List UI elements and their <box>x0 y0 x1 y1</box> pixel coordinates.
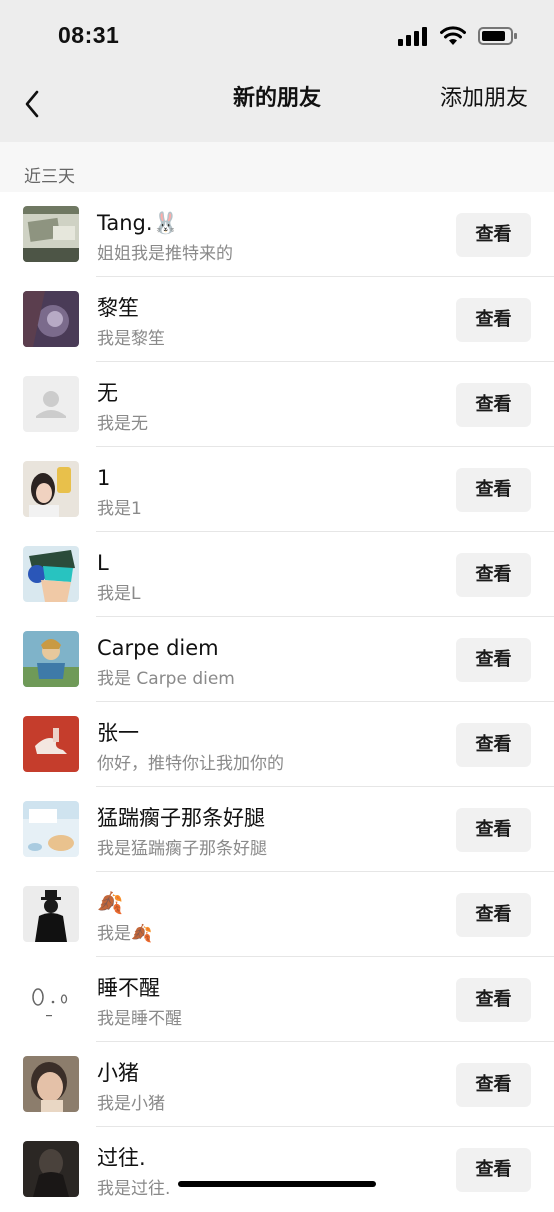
friend-request-list: Tang.🐰 姐姐我是推特来的 查看 黎笙 我是黎笙 查看 无 我是无 查看 1… <box>0 192 554 1212</box>
friend-request-row[interactable]: 🍂 我是🍂 查看 <box>0 872 554 957</box>
friend-name: 🍂 <box>97 891 124 915</box>
friend-name: 黎笙 <box>97 296 139 320</box>
request-message: 我是猛踹瘸子那条好腿 <box>97 839 267 859</box>
friend-name: L <box>97 551 109 575</box>
view-button[interactable]: 查看 <box>456 638 531 682</box>
status-icons <box>398 26 518 46</box>
request-message: 我是小猪 <box>97 1094 165 1114</box>
friend-name: Tang.🐰 <box>97 211 179 235</box>
avatar <box>23 1141 79 1197</box>
request-message: 姐姐我是推特来的 <box>97 244 233 264</box>
view-button[interactable]: 查看 <box>456 808 531 852</box>
view-button[interactable]: 查看 <box>456 553 531 597</box>
avatar <box>23 971 79 1027</box>
view-button[interactable]: 查看 <box>456 723 531 767</box>
avatar <box>23 631 79 687</box>
friend-name: 猛踹瘸子那条好腿 <box>97 806 265 830</box>
view-button[interactable]: 查看 <box>456 298 531 342</box>
request-message: 我是 Carpe diem <box>97 669 235 689</box>
avatar <box>23 801 79 857</box>
avatar <box>23 461 79 517</box>
request-message: 我是1 <box>97 499 142 519</box>
friend-name: 无 <box>97 381 118 405</box>
home-indicator <box>178 1181 376 1187</box>
friend-request-row[interactable]: Carpe diem 我是 Carpe diem 查看 <box>0 617 554 702</box>
request-message: 我是无 <box>97 414 148 434</box>
view-button[interactable]: 查看 <box>456 383 531 427</box>
avatar <box>23 716 79 772</box>
view-button[interactable]: 查看 <box>456 893 531 937</box>
cellular-signal-icon <box>398 27 427 46</box>
friend-request-row[interactable]: 黎笙 我是黎笙 查看 <box>0 277 554 362</box>
friend-request-row[interactable]: 睡不醒 我是睡不醒 查看 <box>0 957 554 1042</box>
friend-name: 小猪 <box>97 1061 139 1085</box>
friend-name: Carpe diem <box>97 636 219 660</box>
view-button[interactable]: 查看 <box>456 1148 531 1192</box>
friend-request-row[interactable]: Tang.🐰 姐姐我是推特来的 查看 <box>0 192 554 277</box>
view-button[interactable]: 查看 <box>456 1063 531 1107</box>
avatar <box>23 376 79 432</box>
section-header: 近三天 <box>0 142 554 192</box>
avatar <box>23 291 79 347</box>
view-button[interactable]: 查看 <box>456 213 531 257</box>
friend-name: 过往. <box>97 1146 146 1170</box>
request-message: 我是黎笙 <box>97 329 165 349</box>
avatar <box>23 1056 79 1112</box>
friend-request-row[interactable]: 张一 你好，推特你让我加你的 查看 <box>0 702 554 787</box>
view-button[interactable]: 查看 <box>456 978 531 1022</box>
battery-icon <box>478 27 517 45</box>
nav-bar: 新的朋友 添加朋友 <box>0 68 554 142</box>
avatar <box>23 886 79 942</box>
request-message: 我是L <box>97 584 141 604</box>
friend-name: 张一 <box>97 721 139 745</box>
request-message: 我是睡不醒 <box>97 1009 182 1029</box>
friend-request-row[interactable]: 无 我是无 查看 <box>0 362 554 447</box>
wifi-icon <box>440 26 466 45</box>
friend-request-row[interactable]: L 我是L 查看 <box>0 532 554 617</box>
add-friend-button[interactable]: 添加朋友 <box>440 84 528 114</box>
request-message: 你好，推特你让我加你的 <box>97 754 284 774</box>
avatar <box>23 546 79 602</box>
avatar <box>23 206 79 262</box>
friend-name: 睡不醒 <box>97 976 160 1000</box>
friend-request-row[interactable]: 1 我是1 查看 <box>0 447 554 532</box>
friend-request-row[interactable]: 过往. 我是过往. 查看 <box>0 1127 554 1212</box>
status-bar: 08:31 <box>0 0 554 68</box>
friend-request-row[interactable]: 猛踹瘸子那条好腿 我是猛踹瘸子那条好腿 查看 <box>0 787 554 872</box>
view-button[interactable]: 查看 <box>456 468 531 512</box>
section-label: 近三天 <box>24 167 75 187</box>
request-message: 我是🍂 <box>97 924 153 944</box>
friend-request-row[interactable]: 小猪 我是小猪 查看 <box>0 1042 554 1127</box>
request-message: 我是过往. <box>97 1179 171 1199</box>
friend-name: 1 <box>97 466 111 490</box>
status-time: 08:31 <box>58 22 120 48</box>
